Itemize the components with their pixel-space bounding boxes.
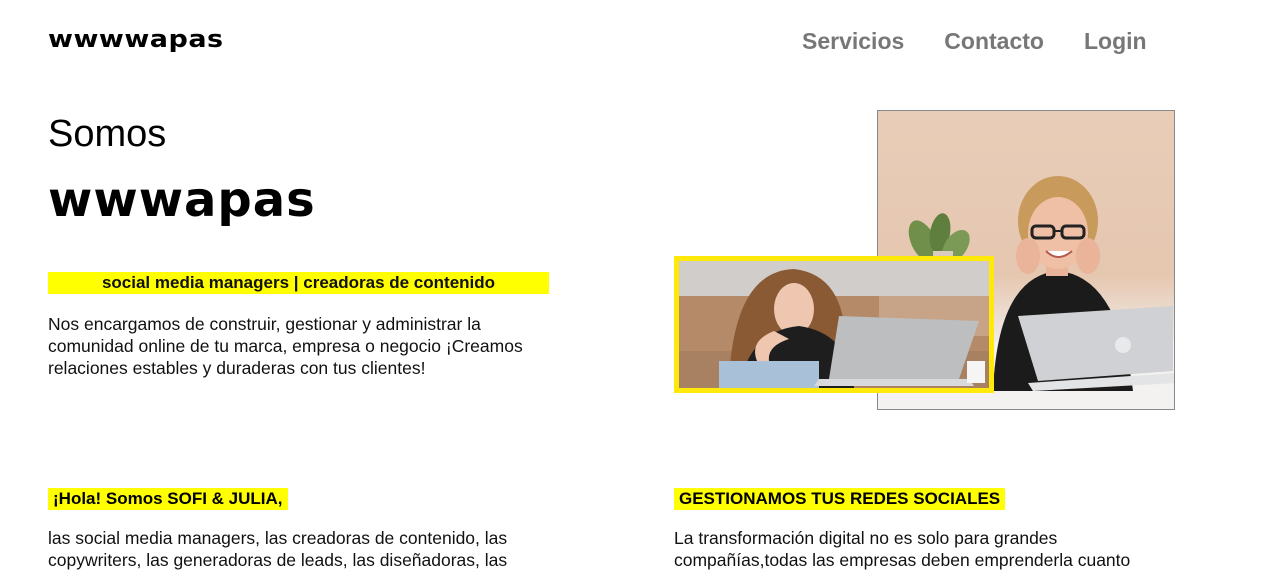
team-photo-front — [674, 256, 994, 393]
hero-brand: wwwapas — [48, 172, 316, 228]
girl-laptop-illustration — [679, 261, 989, 388]
nav-servicios[interactable]: Servicios — [802, 28, 904, 55]
hero-tagline: social media managers | creadoras de con… — [48, 272, 549, 294]
site-logo[interactable]: wwwwapas — [48, 26, 224, 54]
hero-intro: Somos — [48, 113, 167, 155]
nav-contacto[interactable]: Contacto — [944, 28, 1044, 55]
services-text: La transformación digital no es solo par… — [674, 528, 1131, 570]
services-heading: GESTIONAMOS TUS REDES SOCIALES — [674, 488, 1006, 510]
nav-login[interactable]: Login — [1084, 28, 1147, 55]
hero-description: Nos encargamos de construir, gestionar y… — [48, 314, 523, 378]
about-text: las social media managers, las creadoras… — [48, 528, 508, 570]
main-nav: Servicios Contacto Login — [802, 28, 1147, 55]
about-heading: ¡Hola! Somos SOFI & JULIA, — [48, 488, 288, 510]
